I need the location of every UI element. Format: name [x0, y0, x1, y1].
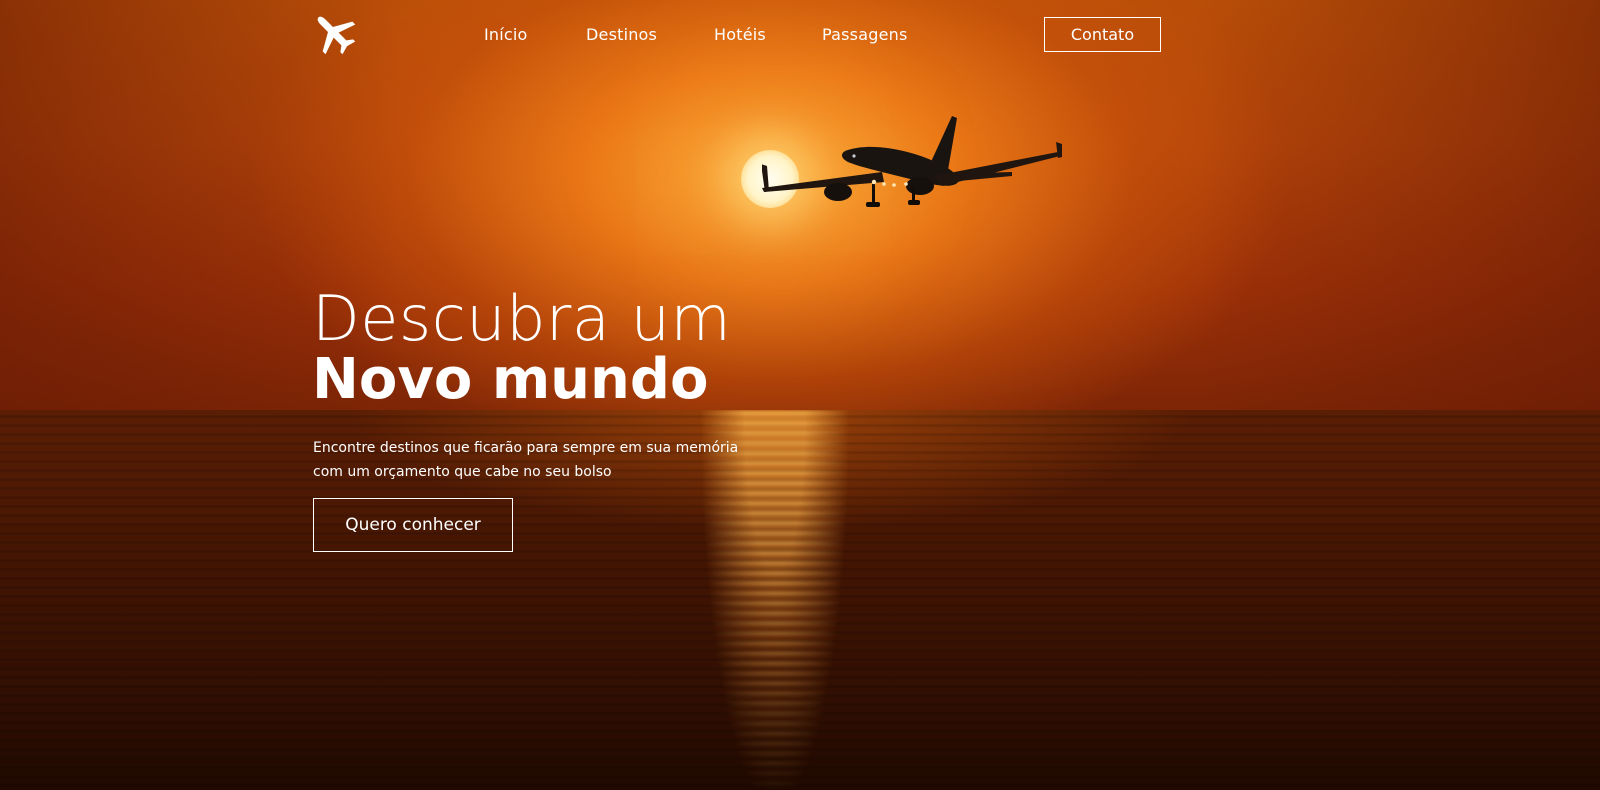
top-navigation: Início Destinos Hotéis Passagens Contato	[0, 0, 1600, 70]
hero-subtext-line-2: com um orçamento que cabe no seu bolso	[313, 464, 612, 480]
cta-button[interactable]: Quero conhecer	[313, 498, 513, 552]
airplane-photo	[762, 116, 1062, 207]
nav-link-hoteis[interactable]: Hotéis	[714, 25, 766, 44]
hero-subtext: Encontre destinos que ficarão para sempr…	[313, 436, 793, 484]
nav-link-destinos[interactable]: Destinos	[586, 25, 657, 44]
contact-button[interactable]: Contato	[1044, 17, 1161, 52]
hero-subtext-line-1: Encontre destinos que ficarão para sempr…	[313, 440, 739, 456]
hero-section: Início Destinos Hotéis Passagens Contato…	[0, 0, 1600, 790]
nav-link-inicio[interactable]: Início	[484, 25, 528, 44]
hero-headline-light: Descubra um	[312, 282, 732, 355]
nav-link-passagens[interactable]: Passagens	[822, 25, 908, 44]
hero-headline-bold: Novo mundo	[312, 347, 709, 412]
airplane-icon[interactable]	[310, 9, 358, 57]
